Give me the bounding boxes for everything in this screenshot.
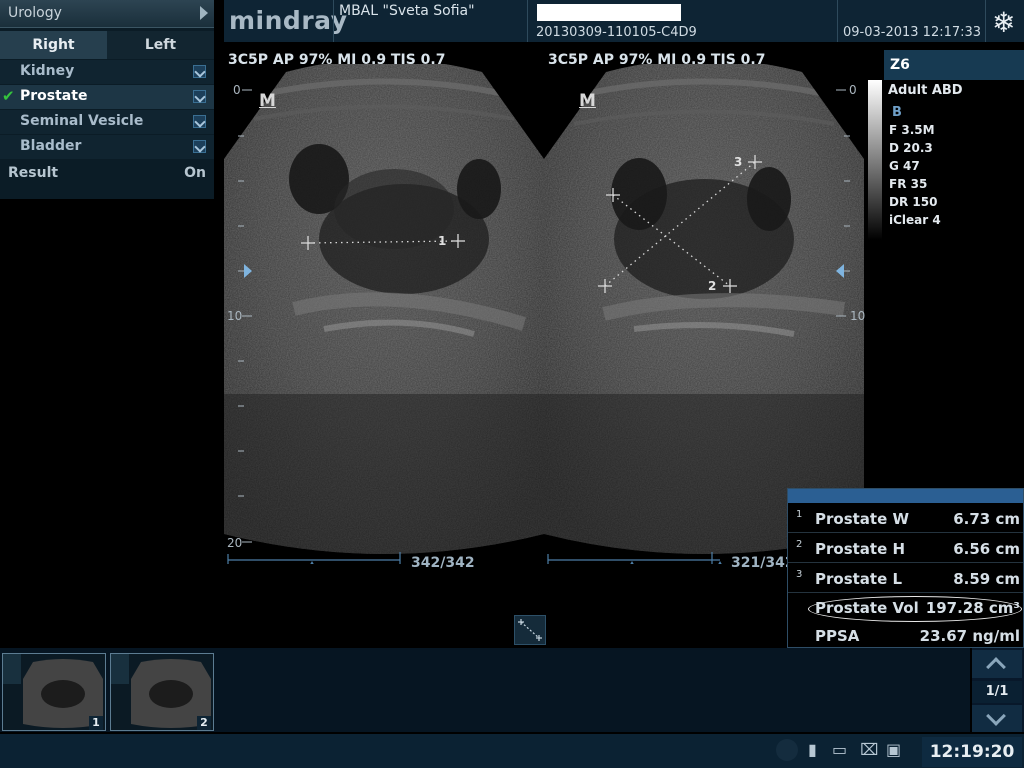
- orientation-marker-left: M: [259, 91, 276, 111]
- depth-label-20: 20: [227, 536, 243, 550]
- side-tabs: Right Left: [0, 31, 214, 59]
- imaging-mode: B: [892, 105, 902, 120]
- exam-type-header[interactable]: Urology: [0, 0, 214, 28]
- measurement-name: Prostate W: [815, 510, 910, 528]
- exam-menu-panel: Urology Right Left Kidney ✔ Prostate Sem…: [0, 0, 214, 199]
- divider: [985, 0, 986, 42]
- divider: [527, 0, 528, 42]
- param-frequency: F 3.5M: [889, 123, 935, 137]
- cine-frame-count-right: 321/342: [731, 555, 795, 571]
- measurement-name: Prostate Vol: [815, 599, 919, 617]
- patient-name-redacted: [537, 4, 681, 21]
- measurement-name: Prostate H: [815, 540, 906, 558]
- thumbnail-1[interactable]: 1: [2, 653, 106, 731]
- param-frame-rate: FR 35: [889, 177, 928, 191]
- grayscale-bar: [868, 80, 882, 240]
- menu-item-label: Bladder: [20, 138, 82, 154]
- chevron-down-icon[interactable]: [193, 115, 206, 128]
- page-indicator: 1/1: [972, 681, 1022, 703]
- divider: [333, 0, 334, 42]
- measurement-row-volume: Prostate Vol 197.28 cm³: [788, 593, 1023, 622]
- menu-item-label: Kidney: [20, 63, 75, 79]
- param-iclear: iClear 4: [889, 213, 941, 227]
- brand-logo: mindray: [229, 6, 348, 35]
- param-gain: G 47: [889, 159, 920, 173]
- measurement-index: 1: [796, 509, 803, 520]
- measurement-value: 6.73 cm: [953, 510, 1020, 528]
- page-up-button[interactable]: [972, 650, 1022, 678]
- results-title-bar[interactable]: [788, 489, 1023, 503]
- scan-sector-left: [224, 64, 544, 554]
- chevron-up-icon: [986, 657, 1006, 677]
- checkmark-icon: ✔: [2, 87, 15, 105]
- network-icon[interactable]: ▭: [832, 740, 847, 759]
- ultrasound-scans: [224, 64, 864, 564]
- trash-icon[interactable]: ⌧: [860, 740, 878, 759]
- result-value: On: [184, 165, 206, 181]
- measurement-index: 2: [796, 539, 803, 550]
- measurement-value: 23.67 ng/ml: [919, 627, 1020, 645]
- probe-header[interactable]: Z6: [884, 50, 1024, 80]
- measurement-row: 3 Prostate L 8.59 cm: [788, 564, 1023, 593]
- thumbnail-2[interactable]: 2: [110, 653, 214, 731]
- measurement-value: 197.28 cm³: [925, 599, 1020, 617]
- tab-left[interactable]: Left: [107, 31, 214, 59]
- result-label: Result: [8, 165, 59, 181]
- chevron-down-icon[interactable]: [193, 90, 206, 103]
- measurement-row: PPSA 23.67 ng/ml: [788, 621, 1023, 650]
- expand-arrow-icon[interactable]: [200, 6, 208, 20]
- depth-label-0: 0: [233, 83, 241, 97]
- exam-type-title: Urology: [8, 5, 62, 21]
- param-dynamic-range: DR 150: [889, 195, 938, 209]
- caliper-label-2: 2: [708, 279, 717, 293]
- page-down-button[interactable]: [972, 705, 1022, 732]
- orientation-marker-right: M: [579, 91, 596, 111]
- thumbnail-number: 1: [89, 716, 103, 730]
- probe-name: Z6: [890, 57, 910, 73]
- exam-id: 20130309-110105-C4D9: [536, 25, 697, 40]
- menu-item-kidney[interactable]: Kidney: [0, 60, 214, 84]
- param-depth: D 20.3: [889, 141, 933, 155]
- divider: [837, 0, 838, 42]
- thumbnail-number: 2: [197, 716, 211, 730]
- menu-item-seminal-vesicle[interactable]: Seminal Vesicle: [0, 110, 214, 134]
- depth-label-10: 10: [227, 309, 243, 323]
- menu-item-label: Seminal Vesicle: [20, 113, 144, 129]
- caliper-tool-button[interactable]: [514, 615, 546, 645]
- exam-datetime: 09-03-2013 12:17:33: [843, 25, 982, 40]
- freeze-icon[interactable]: ❄: [992, 6, 1015, 39]
- depth-label-10-right: 10: [850, 309, 866, 323]
- ultrasound-image-area[interactable]: [224, 64, 864, 564]
- measurement-row: 2 Prostate H 6.56 cm: [788, 534, 1023, 563]
- result-toggle[interactable]: Result On: [0, 159, 214, 187]
- measurement-value: 6.56 cm: [953, 540, 1020, 558]
- caliper-label-3: 3: [734, 155, 743, 169]
- measurement-name: PPSA: [815, 627, 860, 645]
- measurement-name: Prostate L: [815, 570, 903, 588]
- tab-right[interactable]: Right: [0, 31, 107, 59]
- depth-label-0-right: 0: [849, 83, 857, 97]
- caliper-icon: [518, 619, 542, 641]
- system-clock: 12:19:20: [922, 737, 1022, 767]
- usb-icon[interactable]: ▮: [808, 740, 817, 759]
- chevron-down-icon[interactable]: [193, 140, 206, 153]
- measurement-index: 3: [796, 569, 803, 580]
- measurement-value: 8.59 cm: [953, 570, 1020, 588]
- menu-item-label: Prostate: [20, 88, 88, 104]
- status-indicator-icon: [776, 739, 798, 761]
- caliper-label-1: 1: [438, 234, 447, 248]
- menu-item-bladder[interactable]: Bladder: [0, 135, 214, 159]
- hospital-name: MBAL "Sveta Sofia": [339, 3, 475, 19]
- cine-frame-count-left: 342/342: [411, 555, 475, 571]
- measurement-results[interactable]: 1 Prostate W 6.73 cm 2 Prostate H 6.56 c…: [787, 488, 1024, 648]
- chevron-down-icon[interactable]: [193, 65, 206, 78]
- chevron-down-icon: [986, 706, 1006, 726]
- computer-icon[interactable]: ▣: [886, 740, 901, 759]
- menu-item-prostate[interactable]: ✔ Prostate: [0, 85, 214, 109]
- exam-preset: Adult ABD: [888, 83, 963, 98]
- measurement-row: 1 Prostate W 6.73 cm: [788, 504, 1023, 533]
